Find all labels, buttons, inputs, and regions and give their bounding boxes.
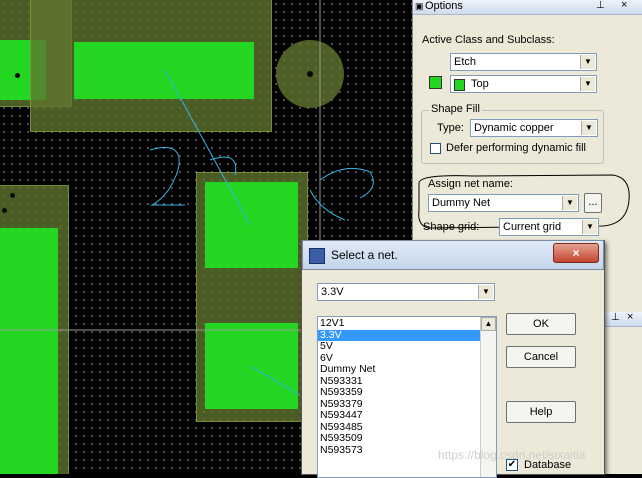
- class-value: Etch: [454, 56, 477, 68]
- chevron-down-icon[interactable]: ▼: [581, 121, 596, 135]
- cancel-button[interactable]: Cancel: [506, 346, 576, 368]
- active-class-label: Active Class and Subclass:: [422, 34, 555, 46]
- list-item[interactable]: 5V: [318, 340, 480, 353]
- subclass-color-icon: [454, 79, 465, 91]
- defer-checkbox[interactable]: [430, 143, 441, 154]
- options-titlebar: ▣ Options ⊥ ×: [413, 0, 642, 15]
- type-value: Dynamic copper: [474, 122, 554, 134]
- watermark: https://blog.csdn.net/sixaitia: [438, 448, 586, 462]
- class-combo[interactable]: Etch ▼: [450, 53, 597, 71]
- silkscreen-outline: [309, 189, 346, 221]
- subclass-color-swatch[interactable]: [429, 76, 442, 89]
- list-item-selected[interactable]: 3.3V: [318, 329, 480, 341]
- subclass-value: Top: [471, 78, 489, 90]
- shape-grid-value: Current grid: [503, 221, 562, 233]
- ratsnest-line: [249, 365, 301, 396]
- close-icon[interactable]: ×: [627, 311, 633, 323]
- options-title: Options: [425, 0, 463, 12]
- type-label: Type:: [437, 122, 464, 134]
- dialog-close-button[interactable]: ×: [553, 243, 599, 263]
- list-item[interactable]: N593359: [318, 386, 480, 399]
- chevron-down-icon[interactable]: ▼: [580, 77, 595, 91]
- subclass-combo[interactable]: Top ▼: [450, 75, 597, 93]
- via: [2, 208, 7, 213]
- help-button[interactable]: Help: [506, 401, 576, 423]
- silkscreen-outline: [149, 147, 185, 206]
- dialog-title: Select a net.: [331, 248, 398, 262]
- shape-grid-label: Shape grid:: [423, 221, 480, 233]
- pin-icon[interactable]: ⊥: [611, 312, 620, 323]
- net-select-value: 3.3V: [321, 286, 344, 298]
- list-item[interactable]: N593509: [318, 432, 480, 445]
- defer-label: Defer performing dynamic fill: [446, 142, 586, 154]
- app-icon: [309, 248, 325, 264]
- options-icon: ▣: [415, 1, 424, 11]
- net-name-combo[interactable]: Dummy Net ▼: [428, 194, 579, 212]
- shape-grid-combo[interactable]: Current grid ▼: [499, 218, 599, 236]
- ratsnest-line: [164, 69, 251, 226]
- net-name-value: Dummy Net: [432, 197, 491, 209]
- via: [10, 193, 15, 198]
- shape-fill-label: Shape Fill: [429, 103, 482, 115]
- net-select-combo[interactable]: 3.3V ▼: [317, 283, 495, 301]
- list-item[interactable]: Dummy Net: [318, 363, 480, 376]
- close-icon[interactable]: ×: [621, 0, 627, 11]
- select-net-dialog: Select a net. × 3.3V ▼ 12V1 3.3V 5V 6V D…: [301, 240, 605, 478]
- scroll-up-icon[interactable]: ▲: [481, 317, 496, 331]
- lower-panel-titlebar: [603, 312, 642, 327]
- net-list-items: 12V1 3.3V 5V 6V Dummy Net N593331 N59335…: [318, 317, 480, 456]
- chevron-down-icon[interactable]: ▼: [580, 55, 595, 69]
- pin-icon[interactable]: ⊥: [596, 0, 605, 11]
- chevron-down-icon[interactable]: ▼: [562, 196, 577, 210]
- type-combo[interactable]: Dynamic copper ▼: [470, 119, 598, 137]
- browse-net-button[interactable]: ...: [584, 193, 602, 213]
- chevron-down-icon[interactable]: ▼: [582, 220, 597, 234]
- list-item[interactable]: N593447: [318, 409, 480, 422]
- chevron-down-icon[interactable]: ▼: [478, 285, 493, 299]
- ok-button[interactable]: OK: [506, 313, 576, 335]
- dialog-titlebar[interactable]: Select a net. ×: [302, 240, 604, 270]
- list-item[interactable]: 12V1: [318, 317, 480, 330]
- assign-net-label: Assign net name:: [428, 178, 513, 190]
- silkscreen-outline: [319, 167, 374, 199]
